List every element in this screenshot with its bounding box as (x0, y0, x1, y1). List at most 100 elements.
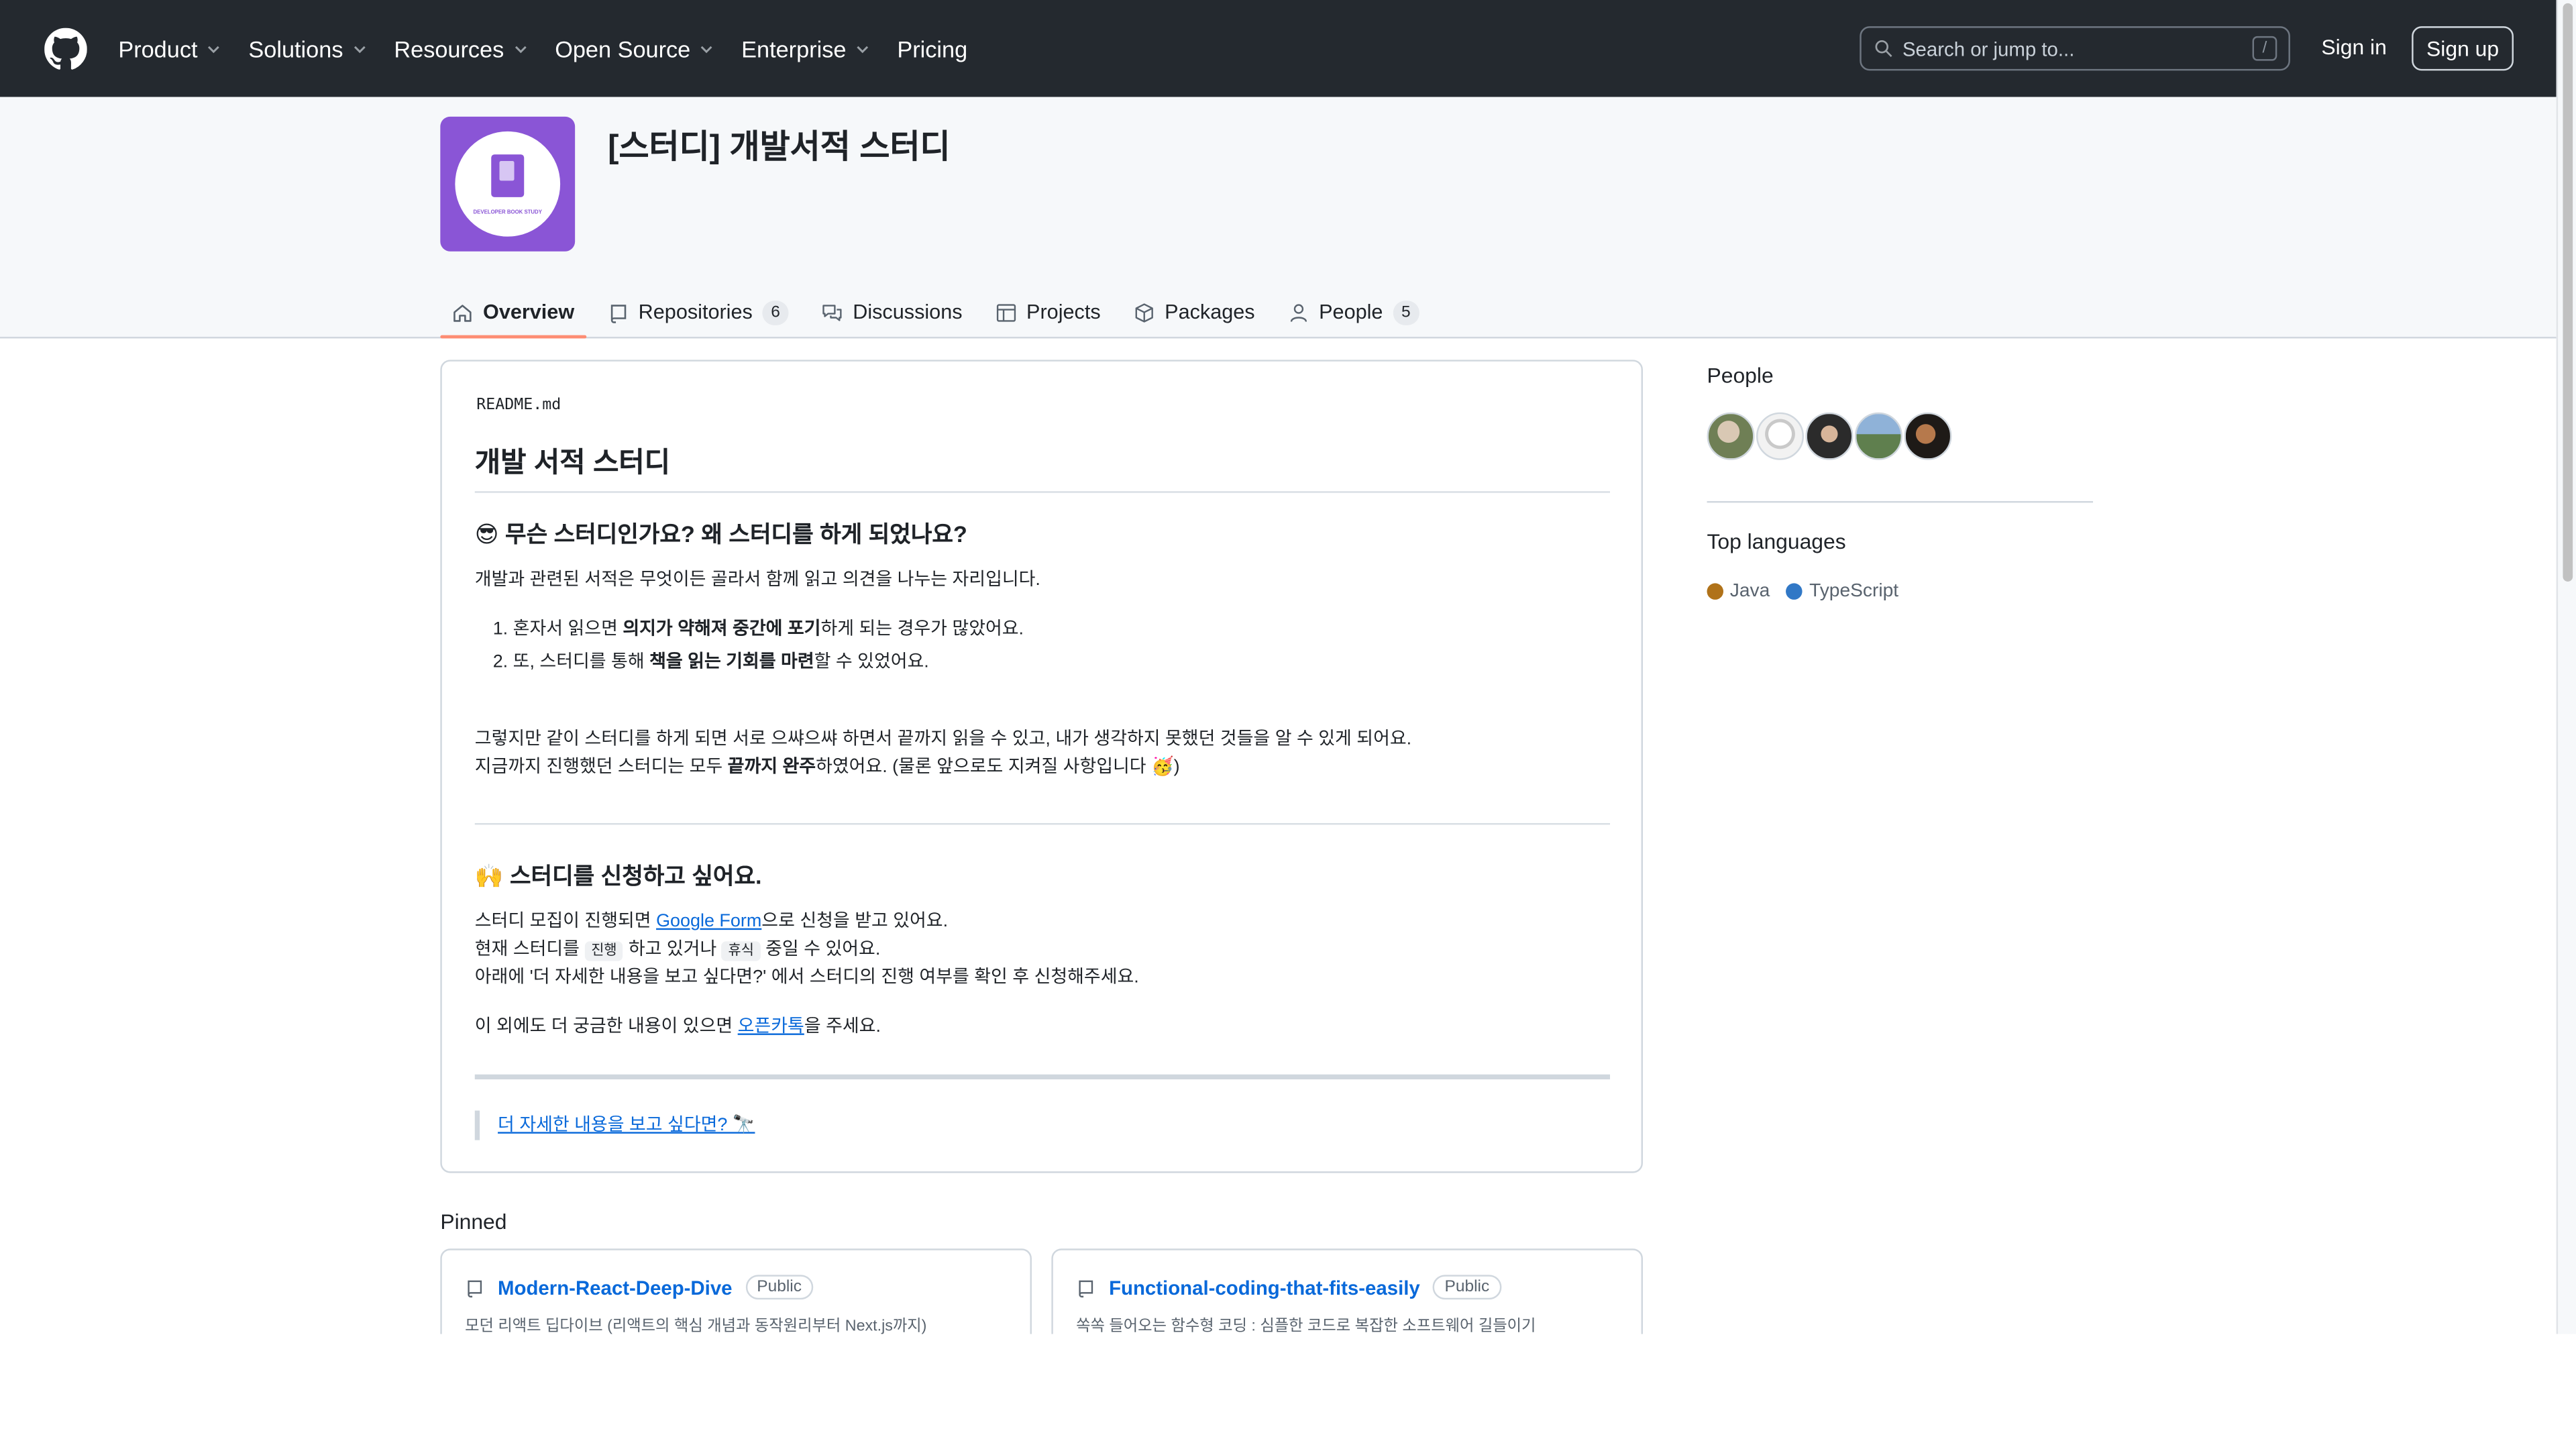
sign-up-button[interactable]: Sign up (2412, 26, 2514, 71)
language-item[interactable]: Java (1707, 582, 1770, 601)
apply1-suffix: 으로 신청을 받고 있어요. (761, 912, 949, 932)
list-number: 2. (492, 652, 513, 672)
google-form-link[interactable]: Google Form (656, 912, 761, 931)
blockquote: 더 자세한 내용을 보고 싶다면? 🔭 (474, 1110, 755, 1140)
avatar[interactable] (1805, 412, 1854, 460)
contact-prefix: 이 외에도 더 궁금한 내용이 있으면 (474, 1016, 738, 1037)
para2-prefix: 지금까지 진행했던 스터디는 모두 (474, 757, 728, 777)
people-avatars (1707, 412, 1953, 460)
readme-title: 개발 서적 스터디 (474, 439, 1611, 493)
status-code-rest: 휴식 (721, 941, 761, 961)
search-icon (1875, 40, 1892, 57)
org-avatar-text: DEVELOPER BOOK STUDY (473, 209, 542, 215)
comment-discussion-icon (822, 304, 842, 321)
language-name: Java (1729, 581, 1770, 602)
nav-open-source[interactable]: Open Source (555, 36, 715, 62)
avatar[interactable] (1756, 412, 1805, 460)
scrollbar-thumb[interactable] (2563, 3, 2573, 582)
pinned-repo-description: 쏙쏙 들어오는 함수형 코딩 : 심플한 코드로 복잡한 소프트웨어 길들이기 (1076, 1318, 1536, 1336)
thick-divider (474, 1074, 1611, 1079)
nav-resources[interactable]: Resources (394, 36, 529, 62)
nav-product[interactable]: Product (118, 36, 222, 62)
avatar[interactable] (1854, 412, 1902, 460)
list2-bold: 책을 읽는 기회를 마련 (649, 652, 814, 672)
github-logo-icon[interactable] (44, 28, 87, 71)
package-icon (1135, 303, 1153, 322)
tab-people[interactable]: People 5 (1276, 288, 1430, 337)
nav-product-label: Product (118, 35, 198, 62)
people-count: 5 (1393, 299, 1419, 325)
tab-overview[interactable]: Overview (440, 288, 586, 339)
tab-projects[interactable]: Projects (983, 288, 1112, 337)
readme-filename[interactable]: README.md (476, 396, 561, 414)
org-avatar: DEVELOPER BOOK STUDY (440, 116, 576, 252)
pinned-repo-title: Modern-React-Deep-Dive Public (465, 1275, 814, 1300)
tab-people-label: People (1319, 301, 1383, 324)
language-color-dot (1786, 583, 1803, 600)
list-number: 1. (492, 619, 513, 639)
person-icon (1290, 303, 1307, 321)
reason-list-item: 2. 또, 스터디를 통해 책을 읽는 기회를 마련할 수 있었어요. (493, 645, 929, 678)
chevron-down-icon (701, 45, 713, 52)
chevron-down-icon (515, 45, 527, 52)
open-kakao-link[interactable]: 오픈카톡 (738, 1017, 804, 1036)
nav-enterprise[interactable]: Enterprise (741, 36, 871, 62)
para2-bold: 끝까지 완주 (727, 757, 816, 777)
top-languages-heading: Top languages (1707, 529, 1846, 554)
apply-line2: 현재 스터디를 진행 하고 있거나 휴식 중일 수 있어요. (475, 936, 881, 966)
para2-suffix: 하였어요. (물론 앞으로도 지켜질 사항입니다 🥳) (816, 757, 1180, 777)
tab-packages[interactable]: Packages (1122, 288, 1266, 337)
avatar[interactable] (1707, 412, 1755, 460)
language-name: TypeScript (1809, 581, 1899, 602)
avatar[interactable] (1904, 412, 1952, 460)
pinned-repo-card[interactable]: Functional-coding-that-fits-easily Publi… (1051, 1248, 1643, 1348)
section-apply-heading: 🙌 스터디를 신청하고 싶어요. (474, 862, 762, 889)
tab-discussions-label: Discussions (853, 301, 963, 324)
chevron-down-icon (354, 45, 366, 52)
readme-para2: 지금까지 진행했던 스터디는 모두 끝까지 완주하였어요. (물론 앞으로도 지… (475, 754, 1180, 782)
viewport-bottom-blank (0, 1334, 2576, 1449)
sign-in-link[interactable]: Sign in (2321, 34, 2386, 59)
tab-packages-label: Packages (1165, 301, 1255, 324)
readme-card: README.md 개발 서적 스터디 😎 무슨 스터디인가요? 왜 스터디를 … (440, 360, 1643, 1173)
chevron-down-icon (208, 45, 220, 52)
language-item[interactable]: TypeScript (1786, 582, 1898, 601)
nav-solutions[interactable]: Solutions (248, 36, 368, 62)
pinned-repo-link[interactable]: Functional-coding-that-fits-easily (1109, 1276, 1420, 1299)
apply1-prefix: 스터디 모집이 진행되면 (474, 912, 657, 932)
book-icon (491, 154, 525, 197)
contact-suffix: 을 주세요. (804, 1016, 881, 1037)
apply2-suffix: 중일 수 있어요. (760, 939, 881, 960)
list2-prefix: 또, 스터디를 통해 (513, 652, 650, 672)
vertical-scrollbar[interactable] (2556, 0, 2576, 1334)
visibility-badge: Public (1433, 1275, 1501, 1300)
status-code-progress: 진행 (584, 941, 624, 961)
list2-suffix: 할 수 있었어요. (814, 652, 929, 672)
pinned-repo-title: Functional-coding-that-fits-easily Publi… (1076, 1275, 1501, 1300)
global-nav: Product Solutions Resources Open Source … (118, 0, 994, 97)
more-details-link[interactable]: 더 자세한 내용을 보고 싶다면? 🔭 (498, 1116, 755, 1135)
pinned-heading: Pinned (440, 1209, 507, 1234)
nav-pricing[interactable]: Pricing (897, 36, 967, 62)
search-input[interactable]: Search or jump to... / (1860, 26, 2290, 71)
pinned-repo-card[interactable]: Modern-React-Deep-Dive Public 모던 리액트 딥다이… (440, 1248, 1032, 1348)
apply-line1: 스터디 모집이 진행되면 Google Form으로 신청을 받고 있어요. (475, 908, 948, 936)
tab-discussions[interactable]: Discussions (810, 288, 974, 337)
reason-list-item: 1. 혼자서 읽으면 의지가 약해져 중간에 포기하게 되는 경우가 많았어요. (493, 612, 1024, 645)
repo-icon (468, 1279, 482, 1297)
readme-para1: 그렇지만 같이 스터디를 하게 되면 서로 으쌰으쌰 하면서 끝까지 읽을 수 … (474, 729, 1412, 749)
chevron-down-icon (857, 45, 869, 52)
global-header: Product Solutions Resources Open Source … (0, 0, 2557, 97)
section-what-heading: 😎 무슨 스터디인가요? 왜 스터디를 하게 되었나요? (474, 521, 967, 547)
org-name: [스터디] 개발서적 스터디 (608, 129, 951, 166)
search-shortcut-key: / (2252, 36, 2277, 61)
tab-repositories[interactable]: Repositories 6 (596, 288, 800, 337)
list1-bold: 의지가 약해져 중간에 포기 (623, 619, 821, 639)
table-icon (996, 303, 1016, 321)
nav-pricing-label: Pricing (897, 35, 968, 62)
visibility-badge: Public (745, 1275, 814, 1300)
pinned-repo-description: 모던 리액트 딥다이브 (리액트의 핵심 개념과 동작원리부터 Next.js까… (465, 1318, 927, 1336)
apply2-mid: 하고 있거나 (623, 939, 722, 960)
readme-intro: 개발과 관련된 서적은 무엇이든 골라서 함께 읽고 의견을 나누는 자리입니다… (474, 570, 1040, 590)
pinned-repo-link[interactable]: Modern-React-Deep-Dive (498, 1276, 732, 1299)
